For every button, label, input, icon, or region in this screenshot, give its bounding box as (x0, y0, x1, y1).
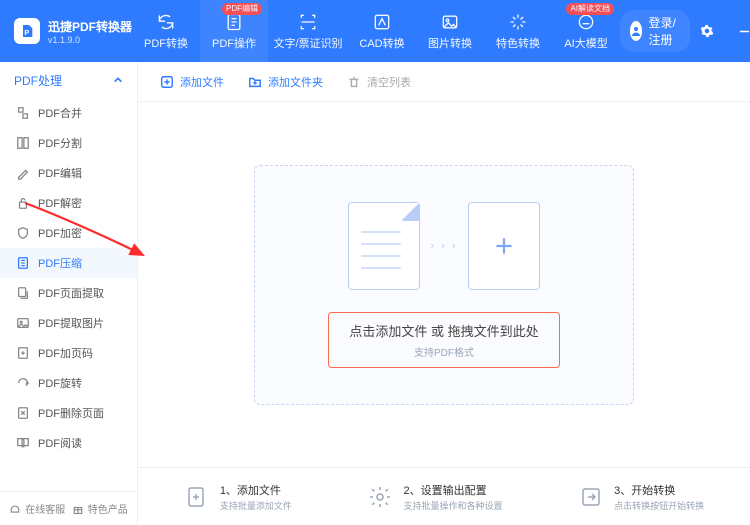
dropzone-subtitle: 支持PDF格式 (349, 344, 538, 359)
step-3: 3、开始转换点击转换按钮开始转换 (578, 482, 704, 512)
shield-icon (16, 226, 30, 240)
delete-page-icon (16, 406, 30, 420)
login-button[interactable]: 登录/注册 (620, 10, 690, 52)
step-1: 1、添加文件支持批量添加文件 (184, 482, 292, 512)
split-icon (16, 136, 30, 150)
add-file-button[interactable]: 添加文件 (150, 70, 234, 94)
sidebar-item-edit[interactable]: PDF编辑 (0, 158, 137, 188)
compress-icon (16, 256, 30, 270)
headset-icon (9, 503, 21, 515)
trash-icon (347, 75, 361, 89)
rotate-icon (16, 376, 30, 390)
read-icon (16, 436, 30, 450)
sidebar-item-decrypt[interactable]: PDF解密 (0, 188, 137, 218)
nav-cad[interactable]: CAD转换 (348, 0, 416, 62)
dropzone-illustration: › › › (348, 202, 539, 290)
nav-badge: PDF编辑 (222, 3, 262, 15)
sidebar-header[interactable]: PDF处理 (0, 62, 137, 98)
step-2: 2、设置输出配置支持批量操作和各种设置 (367, 482, 502, 512)
step-config-icon (367, 484, 393, 510)
file-icon (348, 202, 420, 290)
settings-button[interactable] (698, 19, 715, 43)
sidebar-footer: 在线客服 特色产品 (0, 491, 137, 525)
svg-text:P: P (24, 28, 29, 37)
image-extract-icon (16, 316, 30, 330)
page-number-icon (16, 346, 30, 360)
app-title: 迅捷PDF转换器 (48, 18, 132, 35)
avatar-icon (630, 21, 642, 41)
unlock-icon (16, 196, 30, 210)
cad-icon (372, 12, 392, 32)
minimize-button[interactable] (731, 19, 750, 43)
nav-ocr[interactable]: 文字/票证识别 (268, 0, 348, 62)
clear-list-button[interactable]: 清空列表 (337, 70, 421, 94)
app-logo-icon: P (14, 18, 40, 44)
gift-icon (72, 503, 84, 515)
app-brand: P 迅捷PDF转换器 v1.1.9.0 (0, 18, 132, 45)
toolbar: 添加文件 添加文件夹 清空列表 (138, 62, 750, 102)
edit-icon (16, 166, 30, 180)
step-add-icon (184, 484, 210, 510)
gear-icon (700, 24, 714, 38)
sidebar-item-read[interactable]: PDF阅读 (0, 428, 137, 458)
sidebar-item-encrypt[interactable]: PDF加密 (0, 218, 137, 248)
window-controls (731, 19, 750, 43)
sidebar-item-split[interactable]: PDF分割 (0, 128, 137, 158)
nav-ai[interactable]: AI解读文档 AI大模型 (552, 0, 620, 62)
scan-icon (298, 12, 318, 32)
dropzone-wrap: › › › 点击添加文件 或 拖拽文件到此处 支持PDF格式 (138, 102, 750, 467)
nav-pdf-convert[interactable]: PDF转换 (132, 0, 200, 62)
add-file-placeholder-icon (468, 202, 540, 290)
image-icon (440, 12, 460, 32)
nav-special[interactable]: 特色转换 (484, 0, 552, 62)
top-nav: PDF转换 PDF编辑 PDF操作 文字/票证识别 CAD转换 图片转换 特色转… (132, 0, 620, 62)
step-convert-icon (578, 484, 604, 510)
sidebar-item-extract-image[interactable]: PDF提取图片 (0, 308, 137, 338)
steps-bar: 1、添加文件支持批量添加文件 2、设置输出配置支持批量操作和各种设置 3、开始转… (138, 467, 750, 525)
pdf-rotate-icon (156, 12, 176, 32)
sidebar-item-delete-page[interactable]: PDF删除页面 (0, 398, 137, 428)
main-area: PDF处理 PDF合并 PDF分割 PDF编辑 PDF解密 PDF加密 PDF压… (0, 62, 750, 525)
add-folder-button[interactable]: 添加文件夹 (238, 70, 333, 94)
sidebar-item-compress[interactable]: PDF压缩 (0, 248, 137, 278)
plus-file-icon (160, 75, 174, 89)
sidebar-item-rotate[interactable]: PDF旋转 (0, 368, 137, 398)
nav-image[interactable]: 图片转换 (416, 0, 484, 62)
sidebar-list: PDF合并 PDF分割 PDF编辑 PDF解密 PDF加密 PDF压缩 PDF页… (0, 98, 137, 491)
plus-folder-icon (248, 75, 262, 89)
header-right: 登录/注册 (620, 10, 750, 52)
sparkle-icon (508, 12, 528, 32)
dropzone-title: 点击添加文件 或 拖拽文件到此处 (349, 321, 538, 340)
chevron-up-icon (113, 75, 123, 85)
footer-products[interactable]: 特色产品 (72, 501, 128, 516)
content-area: 添加文件 添加文件夹 清空列表 › › › 点击添加文件 或 拖拽文件到此处 支… (138, 62, 750, 525)
dropzone[interactable]: › › › 点击添加文件 或 拖拽文件到此处 支持PDF格式 (254, 165, 634, 405)
page-extract-icon (16, 286, 30, 300)
sidebar-item-add-number[interactable]: PDF加页码 (0, 338, 137, 368)
footer-support[interactable]: 在线客服 (9, 501, 65, 516)
nav-badge: AI解读文档 (566, 3, 614, 15)
sidebar-item-merge[interactable]: PDF合并 (0, 98, 137, 128)
sidebar: PDF处理 PDF合并 PDF分割 PDF编辑 PDF解密 PDF加密 PDF压… (0, 62, 138, 525)
app-header: P 迅捷PDF转换器 v1.1.9.0 PDF转换 PDF编辑 PDF操作 文字… (0, 0, 750, 62)
dropzone-text: 点击添加文件 或 拖拽文件到此处 支持PDF格式 (328, 312, 559, 368)
arrow-right-icon: › › › (430, 240, 457, 252)
sidebar-item-extract-page[interactable]: PDF页面提取 (0, 278, 137, 308)
nav-pdf-operate[interactable]: PDF编辑 PDF操作 (200, 0, 268, 62)
app-version: v1.1.9.0 (48, 35, 132, 45)
merge-icon (16, 106, 30, 120)
